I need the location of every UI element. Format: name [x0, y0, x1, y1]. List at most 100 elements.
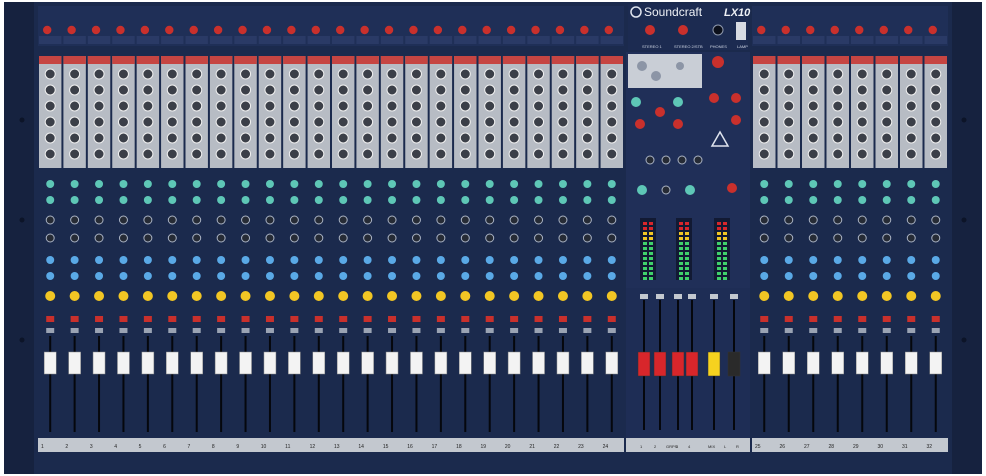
- eq-knob[interactable]: [807, 116, 819, 128]
- aux-knob[interactable]: [857, 215, 867, 225]
- eq-knob[interactable]: [337, 148, 349, 160]
- eq-knob[interactable]: [606, 84, 618, 96]
- eq-knob[interactable]: [435, 116, 447, 128]
- eq-switch-row[interactable]: [753, 56, 776, 64]
- aux-knob[interactable]: [931, 272, 940, 280]
- aux-knob[interactable]: [411, 233, 421, 243]
- eq-switch-row[interactable]: [527, 56, 550, 64]
- eq-knob[interactable]: [191, 132, 203, 144]
- aux-knob[interactable]: [931, 233, 941, 243]
- eq-knob[interactable]: [410, 68, 422, 80]
- eq-knob[interactable]: [93, 100, 105, 112]
- eq-knob[interactable]: [215, 148, 227, 160]
- aux-knob[interactable]: [241, 272, 250, 280]
- pan-knob[interactable]: [582, 291, 593, 301]
- routing-button[interactable]: [784, 328, 793, 333]
- input-switch[interactable]: [185, 36, 208, 44]
- pan-knob[interactable]: [509, 291, 520, 301]
- master-button[interactable]: [730, 294, 738, 299]
- aux-knob[interactable]: [241, 256, 250, 264]
- aux-knob[interactable]: [45, 233, 55, 243]
- eq-knob[interactable]: [142, 68, 154, 80]
- gain-knob[interactable]: [482, 25, 491, 35]
- channel-fader[interactable]: [361, 351, 374, 375]
- aux-knob[interactable]: [760, 196, 769, 204]
- aux-knob[interactable]: [119, 196, 128, 204]
- routing-button[interactable]: [265, 328, 274, 333]
- eq-knob[interactable]: [459, 148, 471, 160]
- master-fader[interactable]: [637, 351, 651, 377]
- routing-button[interactable]: [833, 328, 842, 333]
- aux-knob[interactable]: [808, 215, 818, 225]
- eq-knob[interactable]: [783, 68, 795, 80]
- eq-knob[interactable]: [557, 84, 569, 96]
- eq-knob[interactable]: [44, 68, 56, 80]
- eq-knob[interactable]: [337, 116, 349, 128]
- aux-knob[interactable]: [510, 180, 519, 188]
- eq-knob[interactable]: [93, 116, 105, 128]
- aux-knob[interactable]: [290, 272, 299, 280]
- aux-knob[interactable]: [784, 233, 794, 243]
- eq-knob[interactable]: [166, 116, 178, 128]
- channel-fader[interactable]: [214, 351, 228, 375]
- aux-knob[interactable]: [509, 233, 519, 243]
- eq-knob[interactable]: [533, 132, 545, 144]
- routing-button[interactable]: [907, 328, 916, 333]
- aux-knob[interactable]: [436, 233, 446, 243]
- aux-knob[interactable]: [784, 196, 793, 204]
- mute-button[interactable]: [461, 316, 470, 322]
- aux-knob[interactable]: [265, 180, 274, 188]
- aux-knob[interactable]: [143, 272, 152, 280]
- eq-knob[interactable]: [484, 84, 496, 96]
- aux-knob[interactable]: [931, 180, 940, 188]
- pan-knob[interactable]: [557, 291, 568, 301]
- aux-knob[interactable]: [314, 256, 323, 264]
- pan-knob[interactable]: [94, 291, 105, 301]
- input-switch[interactable]: [258, 36, 282, 44]
- aux-knob[interactable]: [143, 180, 152, 188]
- eq-knob[interactable]: [557, 100, 569, 112]
- aux-knob[interactable]: [265, 196, 274, 204]
- eq-knob[interactable]: [533, 100, 545, 112]
- aux-knob[interactable]: [70, 180, 79, 188]
- mute-button[interactable]: [314, 316, 323, 322]
- channel-fader[interactable]: [312, 351, 326, 375]
- gain-knob[interactable]: [555, 25, 565, 35]
- routing-button[interactable]: [931, 328, 940, 333]
- aux-knob[interactable]: [192, 272, 201, 280]
- eq-knob[interactable]: [337, 100, 349, 112]
- eq-knob[interactable]: [905, 100, 917, 112]
- eq-knob[interactable]: [93, 68, 105, 80]
- eq-knob[interactable]: [807, 148, 819, 160]
- eq-knob[interactable]: [386, 132, 398, 144]
- eq-knob[interactable]: [508, 84, 520, 96]
- aux-knob[interactable]: [143, 233, 153, 243]
- eq-knob[interactable]: [93, 148, 105, 160]
- eq-knob[interactable]: [44, 84, 56, 96]
- input-switch[interactable]: [39, 36, 62, 44]
- aux-red-knob-2[interactable]: [635, 119, 645, 129]
- eq-knob[interactable]: [832, 148, 844, 160]
- aux-knob[interactable]: [882, 233, 892, 243]
- aux-knob[interactable]: [461, 180, 470, 188]
- channel-fader[interactable]: [807, 351, 820, 375]
- mute-button[interactable]: [217, 316, 226, 322]
- eq-knob[interactable]: [69, 148, 81, 160]
- aux-knob[interactable]: [46, 272, 55, 280]
- master-knob-5[interactable]: [727, 183, 737, 193]
- eq-switch-row[interactable]: [551, 56, 575, 64]
- eq-knob[interactable]: [166, 100, 178, 112]
- aux-knob[interactable]: [363, 256, 372, 264]
- mute-button[interactable]: [809, 316, 818, 322]
- aux-knob[interactable]: [94, 233, 104, 243]
- mute-button[interactable]: [168, 316, 177, 322]
- aux-knob[interactable]: [582, 233, 592, 243]
- aux-knob[interactable]: [289, 215, 299, 225]
- aux-knob[interactable]: [289, 233, 299, 243]
- aux-knob[interactable]: [363, 233, 373, 243]
- eq-knob[interactable]: [484, 132, 496, 144]
- eq-knob[interactable]: [435, 148, 447, 160]
- mute-button[interactable]: [485, 316, 494, 322]
- eq-knob[interactable]: [484, 116, 496, 128]
- aux-knob[interactable]: [534, 256, 543, 264]
